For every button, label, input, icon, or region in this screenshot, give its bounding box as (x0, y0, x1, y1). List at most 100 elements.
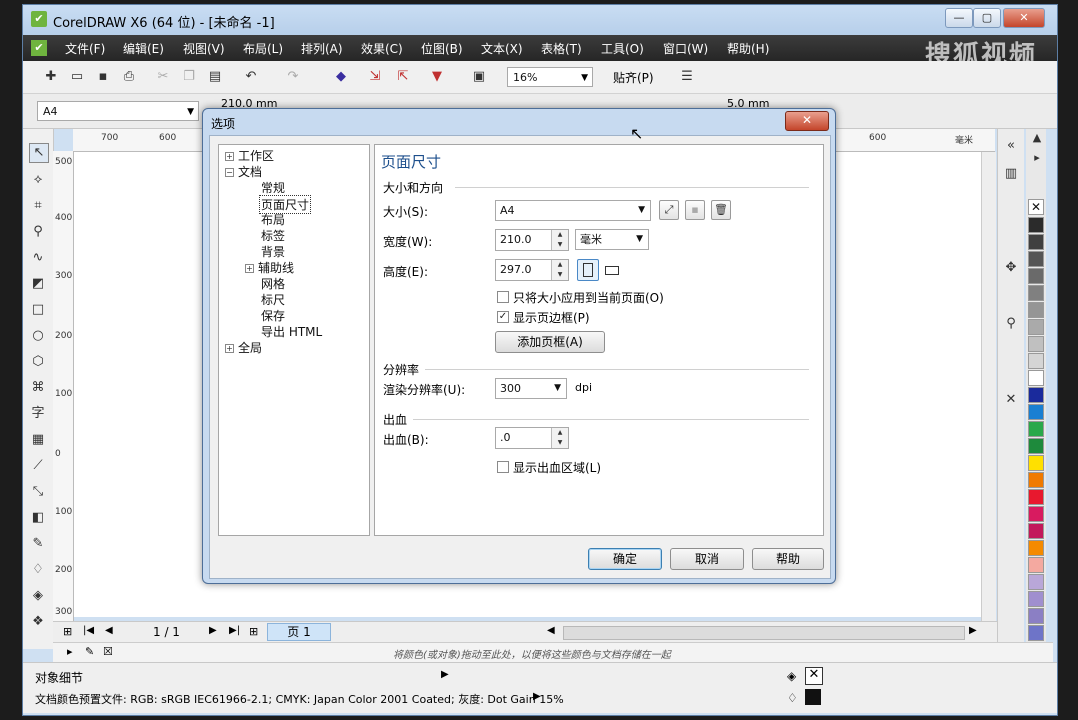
expand-icon[interactable]: + (225, 344, 234, 353)
tree-item-global[interactable]: + 全局 (225, 339, 262, 356)
color-swatch[interactable] (1028, 336, 1044, 352)
vertical-scrollbar[interactable] (981, 152, 996, 622)
shape-tool-icon[interactable]: ⟡ (29, 171, 47, 189)
color-styles-icon[interactable]: ▥ (1002, 165, 1020, 183)
outline-pen-tool-icon[interactable]: ♢ (29, 561, 47, 579)
width-spinner[interactable]: ▲ ▼ (551, 230, 568, 250)
smart-fill-tool-icon[interactable]: ◩ (29, 275, 47, 293)
no-fill-icon[interactable]: ☒ (103, 645, 113, 658)
application-launcher-icon[interactable]: ▣ (471, 69, 487, 85)
open-icon[interactable]: ▭ (69, 69, 85, 85)
save-preset-icon[interactable]: ▪ (685, 200, 705, 220)
save-icon[interactable]: ▪ (95, 69, 111, 85)
apply-current-page-checkbox[interactable] (497, 291, 509, 303)
maximize-button[interactable]: ▢ (973, 8, 1001, 28)
last-page-icon[interactable]: ▶| (229, 625, 240, 636)
close-window-button[interactable]: ✕ (1003, 8, 1045, 28)
no-color-swatch[interactable]: ✕ (1028, 199, 1044, 215)
show-bleed-area-checkbox[interactable] (497, 461, 509, 473)
ok-button[interactable]: 确定 (588, 548, 662, 570)
bleed-spinner[interactable]: ▲ ▼ (551, 428, 568, 448)
collapse-docker-icon[interactable]: « (1002, 137, 1020, 155)
tree-item-background[interactable]: 背景 (261, 243, 285, 260)
expand-arrow-icon[interactable]: ▶ (441, 669, 449, 680)
page-tab[interactable]: 页 1 (267, 623, 331, 641)
eyedropper-tool-icon[interactable]: ✎ (29, 535, 47, 553)
publish-pdf-icon[interactable]: ▼ (429, 69, 445, 85)
color-swatch[interactable] (1028, 608, 1044, 624)
crop-tool-icon[interactable]: ⌗ (29, 197, 47, 215)
page-size-select[interactable]: A4 ▼ (37, 101, 199, 121)
new-document-icon[interactable]: ✚ (43, 69, 59, 85)
blend-tool-icon[interactable]: ◧ (29, 509, 47, 527)
color-swatch[interactable] (1028, 574, 1044, 590)
add-page-after-icon[interactable]: ⊞ (249, 625, 258, 638)
color-swatch[interactable] (1028, 268, 1044, 284)
fill-none-swatch[interactable]: ✕ (805, 667, 823, 685)
copy-icon[interactable]: ❐ (181, 69, 197, 85)
ellipse-tool-icon[interactable]: ○ (29, 327, 47, 345)
cut-icon[interactable]: ✂ (155, 69, 171, 85)
help-button[interactable]: 帮助 (752, 548, 824, 570)
color-swatch[interactable] (1028, 353, 1044, 369)
portrait-orientation-icon[interactable] (577, 259, 599, 281)
menu-layout[interactable]: 布局(L) (243, 40, 283, 57)
dialog-close-button[interactable]: ✕ (785, 111, 829, 131)
color-profile-arrow-icon[interactable]: ▶ (533, 691, 541, 702)
color-swatch[interactable] (1028, 489, 1044, 505)
menu-window[interactable]: 窗口(W) (663, 40, 708, 57)
basic-shapes-tool-icon[interactable]: ⌘ (29, 379, 47, 397)
next-page-icon[interactable]: ▶ (209, 625, 217, 636)
menu-text[interactable]: 文本(X) (481, 40, 523, 57)
color-swatch[interactable] (1028, 404, 1044, 420)
color-swatch[interactable] (1028, 370, 1044, 386)
tree-item-workspace[interactable]: + 工作区 (225, 147, 274, 164)
parallel-dimension-tool-icon[interactable]: ⟋ (29, 457, 47, 475)
palette-menu-icon[interactable]: ▸ (67, 645, 73, 658)
menu-file[interactable]: 文件(F) (65, 40, 105, 57)
collapse-icon[interactable]: − (225, 168, 234, 177)
zoom-level-select[interactable]: 16% ▼ (507, 67, 593, 87)
scroll-right-icon[interactable]: ▶ (969, 625, 977, 636)
height-spinner[interactable]: ▲ ▼ (551, 260, 568, 280)
object-manager-icon[interactable]: ⚲ (1002, 315, 1020, 333)
color-swatch[interactable] (1028, 557, 1044, 573)
color-swatch[interactable] (1028, 319, 1044, 335)
outline-color-swatch[interactable] (805, 689, 821, 705)
table-tool-icon[interactable]: ▦ (29, 431, 47, 449)
height-input[interactable]: 297.0 ▲ ▼ (495, 259, 569, 281)
color-profile-text[interactable]: 文档颜色预置文件: RGB: sRGB IEC61966-2.1; CMYK: … (35, 691, 564, 707)
color-swatch[interactable] (1028, 472, 1044, 488)
tree-item-document[interactable]: − 文档 (225, 163, 262, 180)
tree-item-layout[interactable]: 布局 (261, 211, 285, 228)
app-icon[interactable]: ✔ (31, 40, 47, 56)
horizontal-scrollbar[interactable] (563, 626, 965, 640)
expand-icon[interactable]: + (245, 264, 254, 273)
eyedropper-icon[interactable]: ✎ (85, 645, 94, 658)
menu-help[interactable]: 帮助(H) (727, 40, 769, 57)
color-swatch[interactable] (1028, 217, 1044, 233)
menu-arrange[interactable]: 排列(A) (301, 40, 343, 57)
palette-scroll-up-icon[interactable]: ▲ (1028, 129, 1046, 147)
print-icon[interactable]: ⎙ (121, 69, 137, 85)
color-swatch[interactable] (1028, 438, 1044, 454)
page-size-dropdown[interactable]: A4 ▼ (495, 200, 651, 221)
search-content-icon[interactable]: ◆ (333, 69, 349, 85)
render-resolution-dropdown[interactable]: 300 ▼ (495, 378, 567, 399)
palette-scroll-icon[interactable]: ▸ (1028, 149, 1046, 167)
color-swatch[interactable] (1028, 455, 1044, 471)
docker-close-icon[interactable]: ✕ (1002, 391, 1020, 409)
expand-icon[interactable]: + (225, 152, 234, 161)
tree-item-guidelines[interactable]: + 辅助线 (245, 259, 294, 276)
color-swatch[interactable] (1028, 591, 1044, 607)
zoom-tool-icon[interactable]: ⚲ (29, 223, 47, 241)
undo-icon[interactable]: ↶ (243, 69, 259, 85)
color-swatch[interactable] (1028, 387, 1044, 403)
save-custom-size-icon[interactable]: ⤢ (659, 200, 679, 220)
redo-icon[interactable]: ↷ (285, 69, 301, 85)
first-page-icon[interactable]: |◀ (83, 625, 94, 636)
menu-table[interactable]: 表格(T) (541, 40, 582, 57)
color-swatch[interactable] (1028, 251, 1044, 267)
tree-item-rulers[interactable]: 标尺 (261, 291, 285, 308)
tree-item-save[interactable]: 保存 (261, 307, 285, 324)
